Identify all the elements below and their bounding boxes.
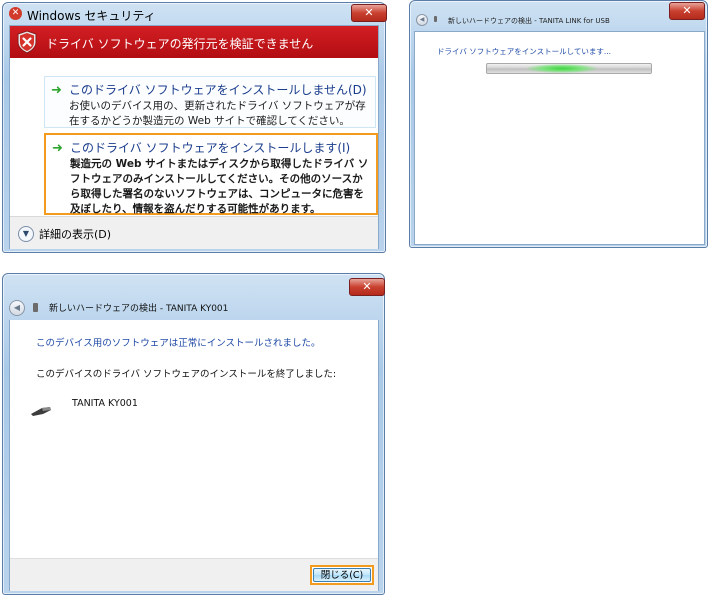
chevron-down-icon: ▼: [18, 226, 34, 242]
finish-message: このデバイスのドライバ ソフトウェアのインストールを終了しました:: [36, 369, 337, 380]
finished-dialog-body: このデバイス用のソフトウェアは正常にインストールされました。 このデバイスのドラ…: [9, 320, 379, 591]
close-dialog-button-label: 閉じる(C): [313, 568, 371, 582]
close-button[interactable]: ✕: [351, 4, 387, 22]
green-arrow-icon: ➜: [51, 83, 62, 98]
progress-bar: [486, 63, 652, 74]
installing-dialog-body: ドライバ ソフトウェアをインストールしています...: [414, 31, 705, 245]
show-details-label: 詳細の表示(D): [39, 228, 112, 241]
security-dialog-footer: ▼ 詳細の表示(D): [10, 216, 378, 249]
dont-install-option-description: お使いのデバイス用の、更新されたドライバ ソフトウェアが存在するかどうか製造元の…: [69, 100, 366, 127]
success-message: このデバイス用のソフトウェアは正常にインストールされました。: [36, 338, 321, 349]
install-option[interactable]: ➜ このドライバ ソフトウェアをインストールします(I) 製造元の Web サイ…: [44, 133, 378, 215]
shield-warning-icon: ✕: [9, 7, 22, 20]
install-option-description: 製造元の Web サイトまたはディスクから取得したドライバ ソフトウェアのみイン…: [70, 158, 369, 215]
close-button[interactable]: ✕: [669, 2, 705, 20]
security-title-bar[interactable]: ✕ Windows セキュリティ ✕: [3, 3, 387, 25]
device-icon: [434, 16, 437, 22]
close-icon: ✕: [682, 4, 692, 17]
progress-indicator: [527, 64, 597, 73]
finished-header-title: 新しいハードウェアの検出 - TANITA KY001: [49, 304, 229, 314]
usb-device-icon: [31, 407, 51, 416]
finished-title-bar[interactable]: ✕: [3, 274, 385, 296]
installing-header-title: 新しいハードウェアの検出 - TANITA LINK for USB: [448, 17, 610, 25]
installing-status-text: ドライバ ソフトウェアをインストールしています...: [437, 47, 612, 56]
device-icon: [33, 303, 38, 312]
warning-banner-text: ドライバ ソフトウェアの発行元を検証できません: [46, 37, 314, 51]
security-dialog-body: ドライバ ソフトウェアの発行元を検証できません ➜ このドライバ ソフトウェアを…: [9, 25, 379, 249]
finished-dialog-footer: 閉じる(C): [10, 558, 378, 591]
device-name: TANITA KY001: [72, 398, 138, 409]
warning-banner: ドライバ ソフトウェアの発行元を検証できません: [10, 26, 378, 58]
installing-dialog-window: ✕ ◀ 新しいハードウェアの検出 - TANITA LINK for USB ド…: [409, 0, 708, 248]
dont-install-option-title: このドライバ ソフトウェアをインストールしません(D): [69, 83, 367, 97]
close-button[interactable]: ✕: [349, 278, 385, 296]
close-icon: ✕: [364, 6, 374, 19]
close-icon: ✕: [362, 280, 372, 293]
close-dialog-button[interactable]: 閉じる(C): [310, 565, 374, 585]
finished-dialog-window: ✕ ◀ 新しいハードウェアの検出 - TANITA KY001 このデバイス用の…: [2, 273, 385, 595]
dont-install-option[interactable]: ➜ このドライバ ソフトウェアをインストールしません(D) お使いのデバイス用の…: [44, 76, 376, 128]
security-dialog-window: ✕ Windows セキュリティ ✕ ドライバ ソフトウェアの発行元を検証できま…: [2, 2, 387, 253]
shield-warning-icon: [17, 30, 37, 54]
green-arrow-icon: ➜: [52, 141, 63, 156]
back-arrow-icon[interactable]: ◀: [9, 300, 25, 316]
window-title: Windows セキュリティ: [27, 9, 156, 23]
back-arrow-icon[interactable]: ◀: [416, 14, 428, 26]
install-option-title: このドライバ ソフトウェアをインストールします(I): [70, 141, 351, 155]
show-details-button[interactable]: ▼ 詳細の表示(D): [18, 225, 111, 243]
